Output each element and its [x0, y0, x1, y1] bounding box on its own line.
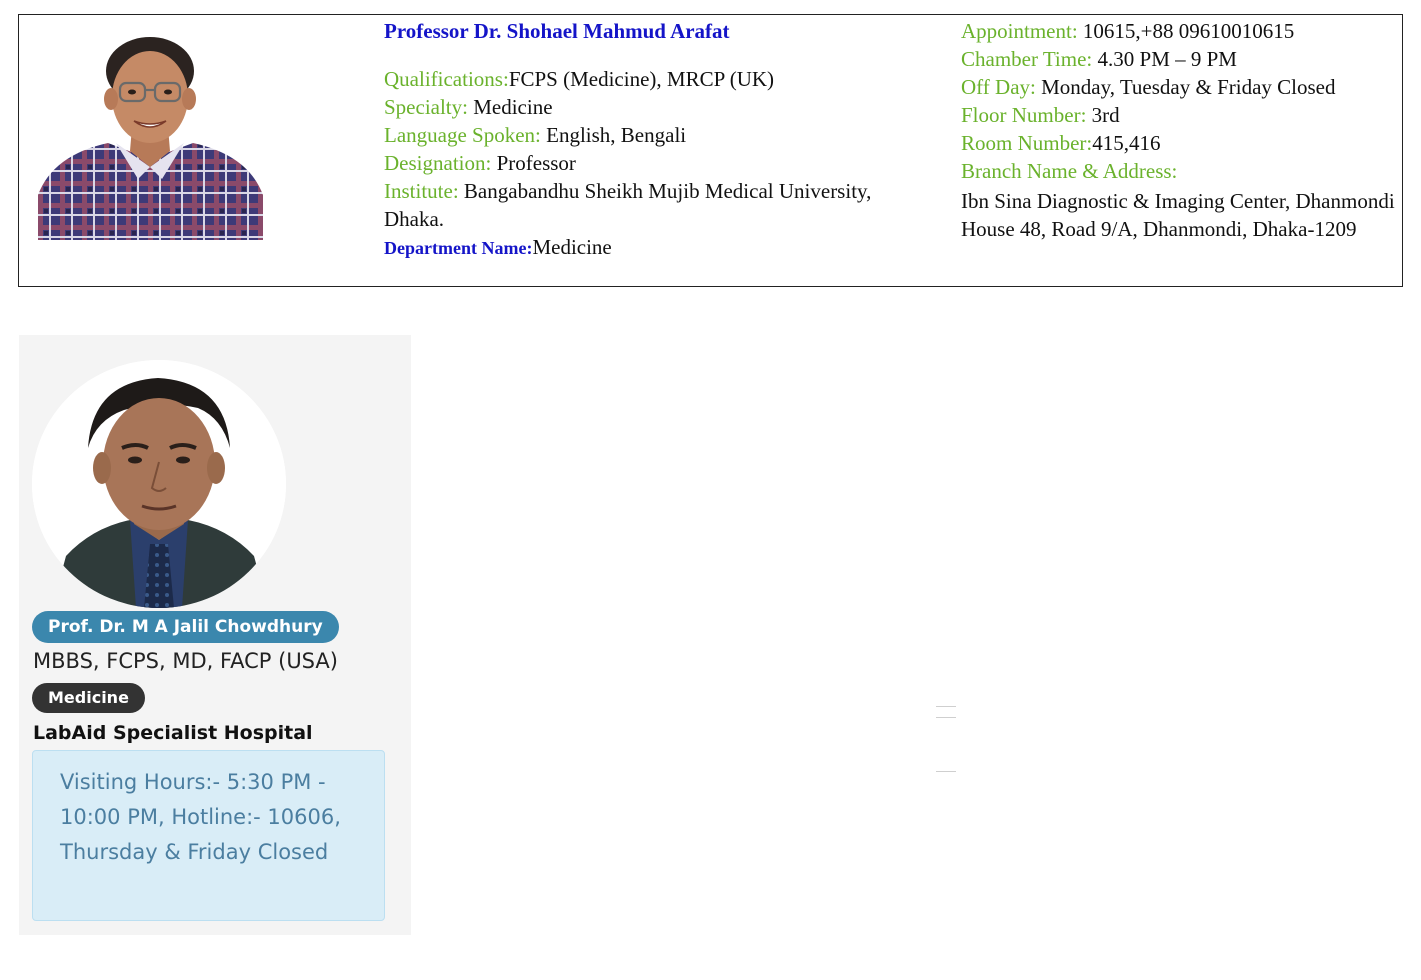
specialty-badge: Medicine [32, 683, 145, 713]
language-row: Language Spoken: English, Bengali [384, 121, 924, 149]
doctor-photo-jalil [32, 360, 286, 608]
floor-row: Floor Number: 3rd [961, 101, 1401, 129]
divider-line [936, 706, 956, 707]
designation-row: Designation: Professor [384, 149, 924, 177]
branch-address: House 48, Road 9/A, Dhanmondi, Dhaka-120… [961, 217, 1357, 241]
designation-label: Designation: [384, 151, 492, 175]
language-label: Language Spoken: [384, 123, 541, 147]
department-label: Department Name: [384, 238, 533, 258]
off-day-row: Off Day: Monday, Tuesday & Friday Closed [961, 73, 1401, 101]
specialty-label: Specialty: [384, 95, 468, 119]
hospital-name: LabAid Specialist Hospital [33, 722, 313, 744]
divider-line [936, 771, 956, 772]
floor-label: Floor Number: [961, 103, 1087, 127]
qualifications-row: Qualifications:FCPS (Medicine), MRCP (UK… [384, 65, 924, 93]
designation-value: Professor [496, 151, 576, 175]
chamber-time-row: Chamber Time: 4.30 PM – 9 PM [961, 45, 1401, 73]
chamber-time-label: Chamber Time: [961, 47, 1093, 71]
doctor-info-arafat: Professor Dr. Shohael Mahmud Arafat Qual… [384, 17, 924, 262]
qualifications-value: FCPS (Medicine), MRCP (UK) [508, 67, 775, 91]
institute-row: Institute: Bangabandhu Sheikh Mujib Medi… [384, 177, 924, 233]
chamber-time-value: 4.30 PM – 9 PM [1097, 47, 1237, 71]
specialty-row: Specialty: Medicine [384, 93, 924, 121]
room-value: 415,416 [1092, 131, 1161, 155]
appointment-label: Appointment: [961, 19, 1078, 43]
specialty-value: Medicine [473, 95, 553, 119]
doctor-name-badge: Prof. Dr. M A Jalil Chowdhury [32, 611, 339, 643]
branch-name: Ibn Sina Diagnostic & Imaging Center, Dh… [961, 189, 1395, 213]
visiting-hours-alert: Visiting Hours:- 5:30 PM - 10:00 PM, Hot… [32, 750, 385, 921]
doctor-card-arafat: Professor Dr. Shohael Mahmud Arafat Qual… [18, 14, 1403, 287]
appointment-row: Appointment: 10615,+88 09610010615 [961, 17, 1401, 45]
room-row: Room Number:415,416 [961, 129, 1401, 157]
language-value: English, Bengali [546, 123, 687, 147]
doctor-qualifications: MBBS, FCPS, MD, FACP (USA) [33, 649, 338, 673]
off-day-label: Off Day: [961, 75, 1036, 99]
qualifications-label: Qualifications: [384, 67, 509, 91]
divider-line [936, 717, 956, 718]
branch-label: Branch Name & Address: [961, 159, 1178, 183]
appointment-value: 10615,+88 09610010615 [1082, 19, 1295, 43]
floor-value: 3rd [1091, 103, 1120, 127]
room-label: Room Number: [961, 131, 1093, 155]
institute-label: Institute: [384, 179, 459, 203]
doctor-name: Professor Dr. Shohael Mahmud Arafat [384, 19, 730, 43]
doctor-chamber-info: Appointment: 10615,+88 09610010615 Chamb… [961, 17, 1401, 243]
doctor-photo-arafat [38, 27, 263, 240]
doctor-card-jalil: Prof. Dr. M A Jalil Chowdhury MBBS, FCPS… [19, 335, 411, 935]
branch-row: Branch Name & Address: [961, 157, 1401, 185]
department-value: Medicine [532, 235, 612, 259]
off-day-value: Monday, Tuesday & Friday Closed [1041, 75, 1336, 99]
department-row: Department Name:Medicine [384, 233, 924, 262]
